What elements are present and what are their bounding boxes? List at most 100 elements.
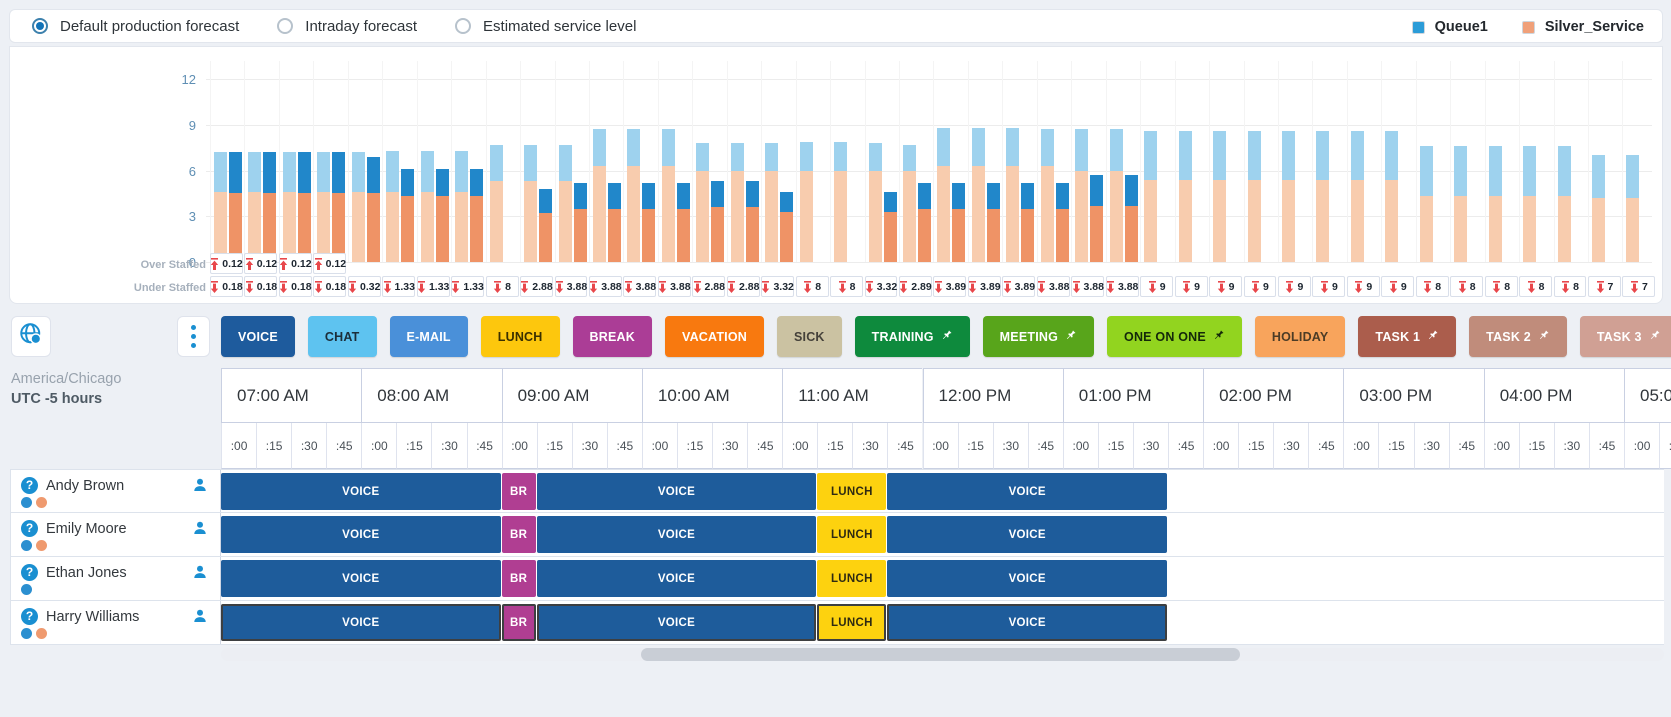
schedule-block-break[interactable]: BR [502, 560, 536, 597]
activity-button-chat[interactable]: CHAT [308, 316, 377, 357]
forecast-option-label: Estimated service level [483, 18, 636, 35]
schedule-block-lunch[interactable]: LUNCH [817, 604, 886, 641]
agent-help-icon[interactable]: ? [21, 608, 38, 625]
quarter-tick: :15 [958, 423, 993, 469]
agent-row-harry-williams: ?Harry WilliamsVOICEBRVOICELUNCHVOICE [10, 601, 1664, 645]
forecast-bar [1592, 155, 1605, 262]
schedule-block-lunch[interactable]: LUNCH [817, 560, 886, 597]
y-axis-tick: 9 [156, 118, 196, 133]
schedule-block-voice[interactable]: VOICE [887, 560, 1167, 597]
activity-button-vacation[interactable]: VACATION [665, 316, 764, 357]
schedule-block-voice[interactable]: VOICE [221, 560, 501, 597]
scheduled-bar [367, 157, 380, 262]
hour-label: 08:00 AM [362, 386, 449, 406]
quarter-tick: :45 [747, 423, 782, 469]
chart-slot [382, 61, 416, 262]
quarter-tick: :00 [923, 423, 958, 469]
schedule-block-break[interactable]: BR [502, 604, 536, 641]
forecast-option-0[interactable]: Default production forecast [32, 18, 239, 35]
schedule-block-lunch[interactable]: LUNCH [817, 473, 886, 510]
agent-person-icon[interactable] [192, 520, 208, 541]
agent-list-menu-button[interactable] [177, 316, 210, 357]
activity-button-lunch[interactable]: LUNCH [481, 316, 560, 357]
under-staffed-cell: 3.89 [933, 276, 966, 297]
radio-icon[interactable] [455, 18, 471, 34]
hour-label: 02:00 PM [1204, 386, 1292, 406]
agent-label-cell[interactable]: ?Harry Williams [10, 601, 221, 644]
radio-icon[interactable] [277, 18, 293, 34]
schedule-block-voice[interactable]: VOICE [537, 516, 817, 553]
pin-icon [1538, 329, 1550, 344]
timezone-globe-button[interactable] [11, 316, 51, 357]
quarter-tick: :15 [537, 423, 572, 469]
schedule-block-voice[interactable]: VOICE [887, 516, 1167, 553]
agent-label-cell[interactable]: ?Emily Moore [10, 513, 221, 556]
activity-button-task-3[interactable]: TASK 3 [1580, 316, 1671, 357]
schedule-block-break[interactable]: BR [502, 473, 536, 510]
agent-help-icon[interactable]: ? [21, 477, 38, 494]
under-staffed-cell: 3.89 [968, 276, 1001, 297]
schedule-block-voice[interactable]: VOICE [537, 560, 817, 597]
agent-label-cell[interactable]: ?Andy Brown [10, 470, 221, 512]
activity-button-e-mail[interactable]: E-MAIL [390, 316, 468, 357]
agent-help-icon[interactable]: ? [21, 520, 38, 537]
over-staffed-cell: 0.12 [244, 253, 277, 274]
over-staffed-cell: 0.12 [210, 253, 243, 274]
activity-button-sick[interactable]: SICK [777, 316, 842, 357]
agent-queue-dot [21, 584, 32, 595]
hour-header-0500pm: 05:00 PM [1624, 368, 1671, 423]
chart-slot [1347, 61, 1381, 262]
legend-label: Silver_Service [1545, 19, 1644, 35]
schedule-block-break[interactable]: BR [502, 516, 536, 553]
schedule-block-voice[interactable]: VOICE [537, 604, 817, 641]
agent-person-icon[interactable] [192, 477, 208, 498]
under-staffed-cell: 3.32 [761, 276, 794, 297]
forecast-bar [696, 143, 709, 262]
pin-icon [1427, 329, 1439, 344]
agent-person-icon[interactable] [192, 608, 208, 629]
agent-row-ethan-jones: ?Ethan JonesVOICEBRVOICELUNCHVOICE [10, 557, 1664, 601]
legend-label: Queue1 [1435, 19, 1488, 35]
activity-button-training[interactable]: TRAINING [855, 316, 970, 357]
forecast-bar [1144, 131, 1157, 262]
forecast-bar [386, 151, 399, 262]
activity-button-break[interactable]: BREAK [573, 316, 652, 357]
agent-person-icon[interactable] [192, 564, 208, 585]
kebab-icon [191, 325, 196, 330]
activity-button-one-on-one[interactable]: ONE ON ONE [1107, 316, 1242, 357]
over-staffed-label: Over Staffed [56, 259, 206, 271]
quarter-tick: :45 [887, 423, 922, 469]
schedule-block-voice[interactable]: VOICE [887, 473, 1167, 510]
hour-header-0800am: 08:00 AM [361, 368, 501, 423]
under-staffed-cell: 0.18 [279, 276, 312, 297]
chart-slot [1002, 61, 1036, 262]
agent-row-andy-brown: ?Andy BrownVOICEBRVOICELUNCHVOICE [10, 469, 1664, 513]
schedule-block-voice[interactable]: VOICE [221, 604, 501, 641]
activity-button-task-1[interactable]: TASK 1 [1358, 316, 1456, 357]
forecast-option-1[interactable]: Intraday forecast [277, 18, 417, 35]
forecast-bar [1420, 146, 1433, 262]
activity-button-task-2[interactable]: TASK 2 [1469, 316, 1567, 357]
schedule-block-voice[interactable]: VOICE [887, 604, 1167, 641]
activity-button-meeting[interactable]: MEETING [983, 316, 1094, 357]
forecast-option-2[interactable]: Estimated service level [455, 18, 636, 35]
radio-selected-icon[interactable] [32, 18, 48, 34]
scheduled-bar [1056, 183, 1069, 262]
agent-schedule-track: VOICEBRVOICELUNCHVOICE [221, 557, 1664, 600]
schedule-block-voice[interactable]: VOICE [221, 473, 501, 510]
schedule-block-lunch[interactable]: LUNCH [817, 516, 886, 553]
scrollbar-thumb[interactable] [641, 648, 1240, 661]
activity-button-voice[interactable]: VOICE [221, 316, 295, 357]
chart-slot [1175, 61, 1209, 262]
pin-icon [941, 329, 953, 344]
forecast-bar [1454, 146, 1467, 262]
schedule-block-voice[interactable]: VOICE [221, 516, 501, 553]
forecast-option-label: Intraday forecast [305, 18, 417, 35]
scheduled-bar [918, 183, 931, 262]
pin-icon [1213, 329, 1225, 344]
schedule-block-voice[interactable]: VOICE [537, 473, 817, 510]
agent-help-icon[interactable]: ? [21, 564, 38, 581]
activity-button-holiday[interactable]: HOLIDAY [1255, 316, 1346, 357]
horizontal-scrollbar[interactable] [221, 648, 1664, 661]
agent-label-cell[interactable]: ?Ethan Jones [10, 557, 221, 600]
